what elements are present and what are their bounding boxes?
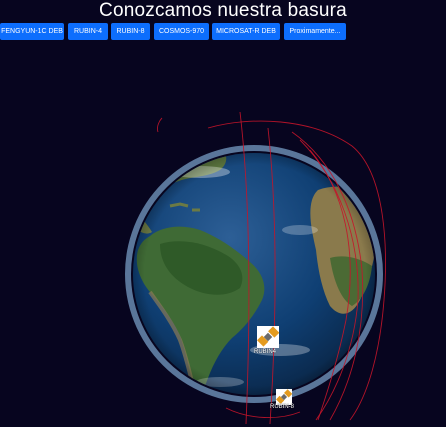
satellite-label: RUBIN-8 bbox=[270, 404, 295, 410]
cloud bbox=[150, 153, 190, 154]
button-proximamente[interactable]: Proximamente... bbox=[284, 23, 346, 40]
satellite-marker-rubin4[interactable]: RUBIN4 bbox=[250, 326, 286, 360]
globe-viewer[interactable] bbox=[0, 0, 446, 427]
satellite-marker-rubin-8[interactable]: RUBIN-8 bbox=[268, 389, 304, 423]
orbit-line bbox=[157, 117, 163, 133]
button-cosmos-970[interactable]: COSMOS-970 bbox=[154, 23, 209, 40]
button-rubin-8[interactable]: RUBIN-8 bbox=[111, 23, 150, 40]
button-rubin-4[interactable]: RUBIN-4 bbox=[68, 23, 108, 40]
page-title: Conozcamos nuestra basura bbox=[99, 0, 347, 21]
satellite-label: RUBIN4 bbox=[254, 349, 277, 355]
satellite-icon bbox=[276, 389, 293, 405]
button-microsat-r-deb[interactable]: MICROSAT-R DEB bbox=[212, 23, 280, 40]
button-fengyun-1c-deb[interactable]: FENGYUN-1C DEB bbox=[0, 23, 64, 40]
satellite-icon bbox=[257, 326, 279, 348]
